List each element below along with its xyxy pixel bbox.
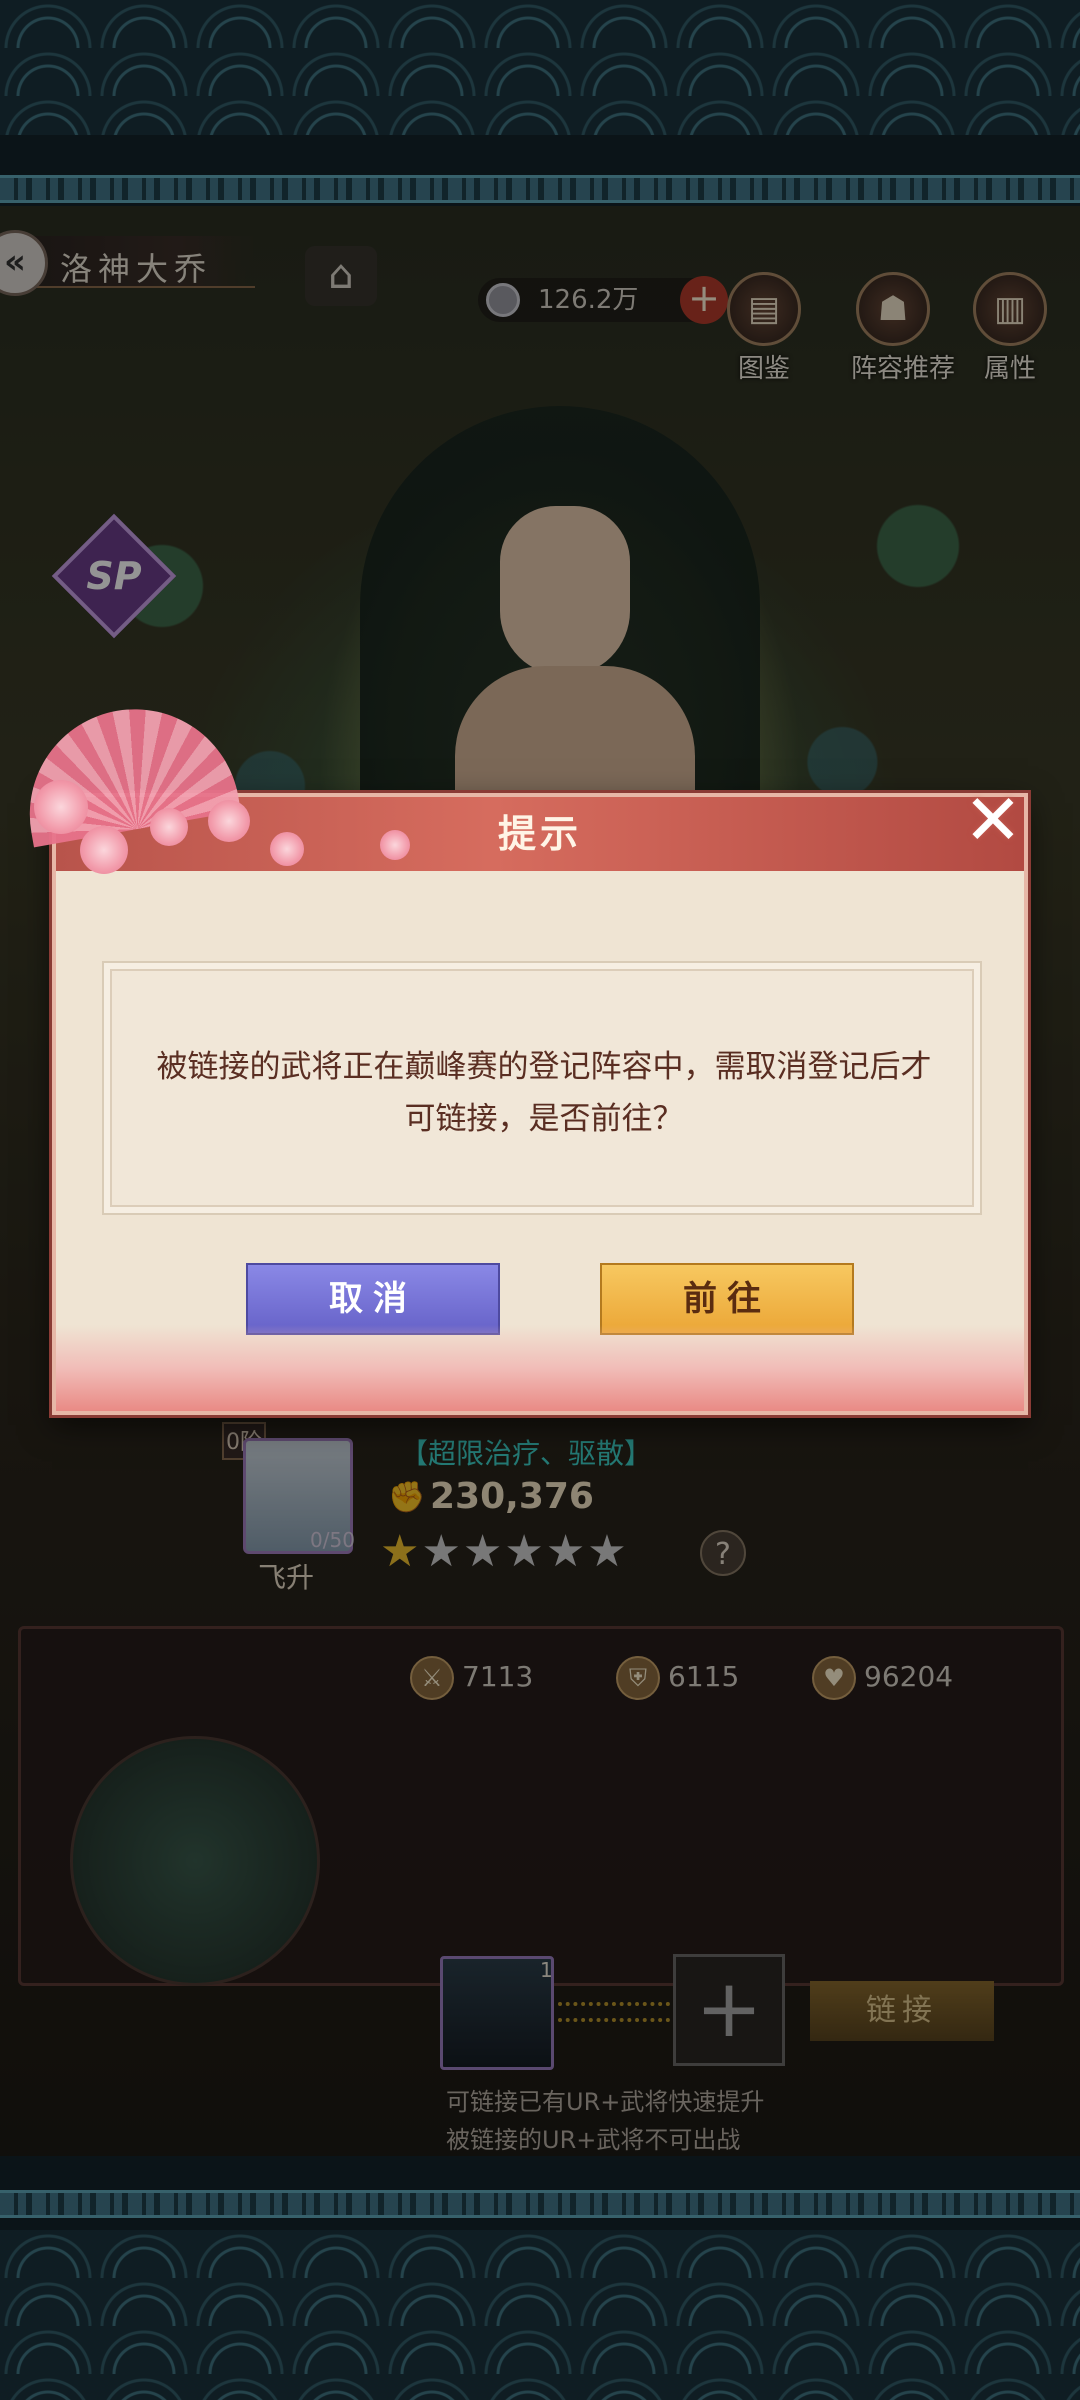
dialog-message-line2: 可链接，是否前往？: [404, 1101, 684, 1137]
dialog-message-line1: 被链接的武将正在巅峰赛的登记阵容中，需取消登记后才: [156, 1049, 932, 1085]
bottom-fret-border: [0, 2190, 1080, 2218]
blossom-decoration: [150, 808, 188, 846]
dialog-footer-decoration: [56, 1325, 1024, 1411]
top-fret-border: [0, 175, 1080, 203]
top-wave-border: [0, 0, 1080, 135]
bottom-wave-border: [0, 2230, 1080, 2400]
game-screen: « 洛神大乔 ⌂ 126.2万 + ▤ 图鉴 ☗ 阵容推荐 ▥ 属性 SP 0阶…: [0, 0, 1080, 2400]
confirm-dialog: 提示 ✕ 被链接的武将正在巅峰赛的登记阵容中，需取消登记后才 可链接，是否前往？…: [52, 785, 1028, 1415]
close-button[interactable]: ✕: [956, 785, 1030, 859]
blossom-decoration: [380, 830, 410, 860]
blossom-decoration: [80, 826, 128, 874]
blossom-decoration: [208, 800, 250, 842]
blossom-decoration: [34, 780, 88, 834]
blossom-decoration: [270, 832, 304, 866]
dialog-message-box: 被链接的武将正在巅峰赛的登记阵容中，需取消登记后才 可链接，是否前往？: [102, 961, 982, 1215]
